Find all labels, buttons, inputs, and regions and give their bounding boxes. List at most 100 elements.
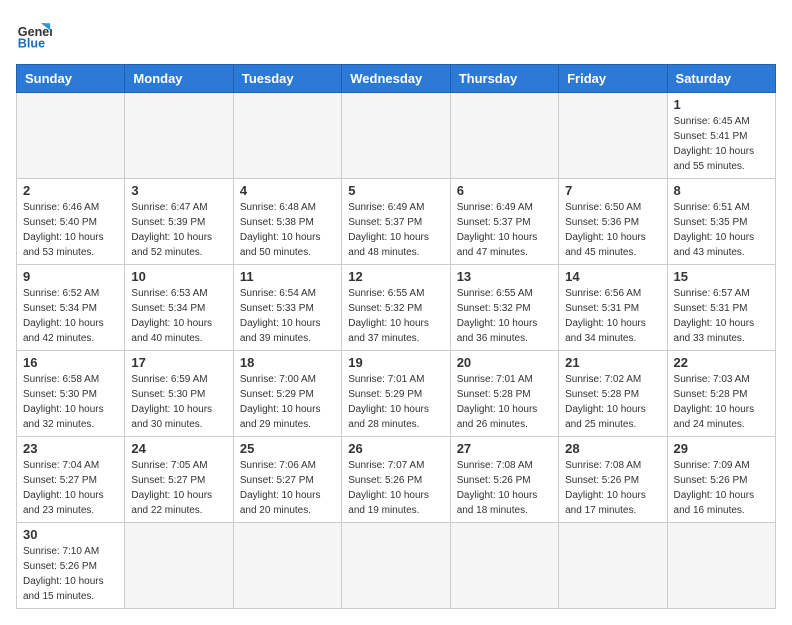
calendar-cell: 19Sunrise: 7:01 AM Sunset: 5:29 PM Dayli… (342, 351, 450, 437)
calendar-cell: 27 Sunrise: 7:08 AM Sunset: 5:26 PM Dayli… (450, 437, 558, 523)
calendar-cell (342, 93, 450, 179)
calendar-cell: 21 Sunrise: 7:02 AM Sunset: 5:28 PM Dayli… (559, 351, 667, 437)
calendar-cell: 16Sunrise: 6:58 AM Sunset: 5:30 PM Dayli… (17, 351, 125, 437)
calendar-cell (559, 523, 667, 609)
day-info: Sunrise: 6:59 AM Sunset: 5:30 PM Dayligh… (131, 372, 226, 432)
day-number: 15 (674, 269, 769, 284)
calendar-cell: 24Sunrise: 7:05 AM Sunset: 5:27 PM Dayli… (125, 437, 233, 523)
day-number: 20 (457, 355, 552, 370)
calendar-cell: 10 Sunrise: 6:53 AM Sunset: 5:34 PM Dayli… (125, 265, 233, 351)
calendar-cell: 13Sunrise: 6:55 AM Sunset: 5:32 PM Dayli… (450, 265, 558, 351)
day-info: Sunrise: 6:51 AM Sunset: 5:35 PM Dayligh… (674, 200, 769, 260)
weekday-header-row: SundayMondayTuesdayWednesdayThursdayFrid… (17, 65, 776, 93)
day-info: Sunrise: 6:57 AM Sunset: 5:31 PM Dayligh… (674, 286, 769, 346)
day-info: Sunrise: 6:46 AM Sunset: 5:40 PM Dayligh… (23, 200, 118, 260)
day-number: 8 (674, 183, 769, 198)
day-info: Sunrise: 6:55 AM Sunset: 5:32 PM Dayligh… (348, 286, 443, 346)
calendar-cell: 1 Sunrise: 6:45 AM Sunset: 5:41 PM Daylig… (667, 93, 775, 179)
calendar-cell: 23 Sunrise: 7:04 AM Sunset: 5:27 PM Dayli… (17, 437, 125, 523)
calendar-cell: 7 Sunrise: 6:50 AM Sunset: 5:36 PM Daylig… (559, 179, 667, 265)
day-number: 2 (23, 183, 118, 198)
day-number: 30 (23, 527, 118, 542)
weekday-header-monday: Monday (125, 65, 233, 93)
logo-icon: General Blue (16, 16, 52, 52)
day-number: 13 (457, 269, 552, 284)
day-number: 21 (565, 355, 660, 370)
day-info: Sunrise: 6:47 AM Sunset: 5:39 PM Dayligh… (131, 200, 226, 260)
calendar-cell: 5 Sunrise: 6:49 AM Sunset: 5:37 PM Daylig… (342, 179, 450, 265)
weekday-header-saturday: Saturday (667, 65, 775, 93)
calendar-cell: 20 Sunrise: 7:01 AM Sunset: 5:28 PM Dayli… (450, 351, 558, 437)
calendar-cell (559, 93, 667, 179)
day-number: 29 (674, 441, 769, 456)
week-row-5: 23 Sunrise: 7:04 AM Sunset: 5:27 PM Dayli… (17, 437, 776, 523)
day-info: Sunrise: 7:06 AM Sunset: 5:27 PM Dayligh… (240, 458, 335, 518)
weekday-header-wednesday: Wednesday (342, 65, 450, 93)
day-number: 10 (131, 269, 226, 284)
day-number: 1 (674, 97, 769, 112)
calendar-cell: 11Sunrise: 6:54 AM Sunset: 5:33 PM Dayli… (233, 265, 341, 351)
day-info: Sunrise: 6:49 AM Sunset: 5:37 PM Dayligh… (348, 200, 443, 260)
day-number: 28 (565, 441, 660, 456)
day-number: 5 (348, 183, 443, 198)
day-info: Sunrise: 7:08 AM Sunset: 5:26 PM Dayligh… (457, 458, 552, 518)
day-number: 4 (240, 183, 335, 198)
day-info: Sunrise: 6:53 AM Sunset: 5:34 PM Dayligh… (131, 286, 226, 346)
calendar-cell: 4 Sunrise: 6:48 AM Sunset: 5:38 PM Daylig… (233, 179, 341, 265)
calendar-cell (450, 93, 558, 179)
day-info: Sunrise: 7:03 AM Sunset: 5:28 PM Dayligh… (674, 372, 769, 432)
calendar-cell (233, 93, 341, 179)
day-info: Sunrise: 7:09 AM Sunset: 5:26 PM Dayligh… (674, 458, 769, 518)
calendar-cell: 9Sunrise: 6:52 AM Sunset: 5:34 PM Daylig… (17, 265, 125, 351)
day-number: 27 (457, 441, 552, 456)
day-info: Sunrise: 7:07 AM Sunset: 5:26 PM Dayligh… (348, 458, 443, 518)
day-info: Sunrise: 6:45 AM Sunset: 5:41 PM Dayligh… (674, 114, 769, 174)
day-info: Sunrise: 7:00 AM Sunset: 5:29 PM Dayligh… (240, 372, 335, 432)
week-row-1: 1 Sunrise: 6:45 AM Sunset: 5:41 PM Daylig… (17, 93, 776, 179)
day-info: Sunrise: 6:54 AM Sunset: 5:33 PM Dayligh… (240, 286, 335, 346)
calendar-cell: 3 Sunrise: 6:47 AM Sunset: 5:39 PM Daylig… (125, 179, 233, 265)
week-row-6: 30Sunrise: 7:10 AM Sunset: 5:26 PM Dayli… (17, 523, 776, 609)
day-info: Sunrise: 6:48 AM Sunset: 5:38 PM Dayligh… (240, 200, 335, 260)
day-number: 22 (674, 355, 769, 370)
calendar-cell (125, 93, 233, 179)
day-number: 7 (565, 183, 660, 198)
weekday-header-tuesday: Tuesday (233, 65, 341, 93)
calendar-cell: 6Sunrise: 6:49 AM Sunset: 5:37 PM Daylig… (450, 179, 558, 265)
calendar-cell: 15 Sunrise: 6:57 AM Sunset: 5:31 PM Dayli… (667, 265, 775, 351)
day-info: Sunrise: 7:01 AM Sunset: 5:29 PM Dayligh… (348, 372, 443, 432)
calendar-cell: 8 Sunrise: 6:51 AM Sunset: 5:35 PM Daylig… (667, 179, 775, 265)
weekday-header-sunday: Sunday (17, 65, 125, 93)
day-number: 24 (131, 441, 226, 456)
day-info: Sunrise: 7:02 AM Sunset: 5:28 PM Dayligh… (565, 372, 660, 432)
calendar-cell (342, 523, 450, 609)
weekday-header-friday: Friday (559, 65, 667, 93)
day-number: 3 (131, 183, 226, 198)
calendar-table: SundayMondayTuesdayWednesdayThursdayFrid… (16, 64, 776, 609)
calendar-cell (17, 93, 125, 179)
day-info: Sunrise: 7:04 AM Sunset: 5:27 PM Dayligh… (23, 458, 118, 518)
calendar-cell: 30Sunrise: 7:10 AM Sunset: 5:26 PM Dayli… (17, 523, 125, 609)
svg-text:Blue: Blue (18, 37, 45, 51)
calendar-cell: 28Sunrise: 7:08 AM Sunset: 5:26 PM Dayli… (559, 437, 667, 523)
calendar-cell: 12Sunrise: 6:55 AM Sunset: 5:32 PM Dayli… (342, 265, 450, 351)
day-info: Sunrise: 6:49 AM Sunset: 5:37 PM Dayligh… (457, 200, 552, 260)
week-row-4: 16Sunrise: 6:58 AM Sunset: 5:30 PM Dayli… (17, 351, 776, 437)
day-info: Sunrise: 6:50 AM Sunset: 5:36 PM Dayligh… (565, 200, 660, 260)
week-row-2: 2 Sunrise: 6:46 AM Sunset: 5:40 PM Daylig… (17, 179, 776, 265)
day-info: Sunrise: 6:58 AM Sunset: 5:30 PM Dayligh… (23, 372, 118, 432)
calendar-cell: 22 Sunrise: 7:03 AM Sunset: 5:28 PM Dayli… (667, 351, 775, 437)
day-number: 9 (23, 269, 118, 284)
calendar-cell: 25 Sunrise: 7:06 AM Sunset: 5:27 PM Dayli… (233, 437, 341, 523)
weekday-header-thursday: Thursday (450, 65, 558, 93)
day-number: 23 (23, 441, 118, 456)
day-number: 14 (565, 269, 660, 284)
calendar-cell: 18Sunrise: 7:00 AM Sunset: 5:29 PM Dayli… (233, 351, 341, 437)
calendar-cell (233, 523, 341, 609)
calendar-cell: 2 Sunrise: 6:46 AM Sunset: 5:40 PM Daylig… (17, 179, 125, 265)
day-info: Sunrise: 7:01 AM Sunset: 5:28 PM Dayligh… (457, 372, 552, 432)
day-number: 25 (240, 441, 335, 456)
page-header: General Blue (16, 16, 776, 52)
calendar-cell: 29 Sunrise: 7:09 AM Sunset: 5:26 PM Dayli… (667, 437, 775, 523)
calendar-cell: 14Sunrise: 6:56 AM Sunset: 5:31 PM Dayli… (559, 265, 667, 351)
